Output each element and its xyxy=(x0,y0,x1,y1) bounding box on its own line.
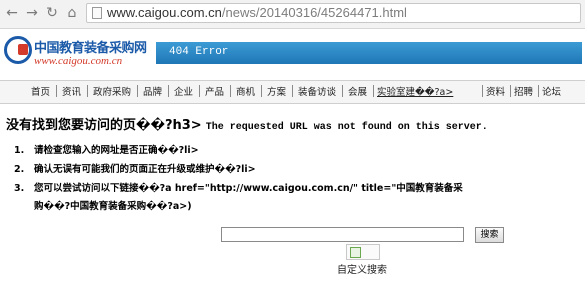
url-host: www.caigou.com.cn xyxy=(107,5,222,20)
page-heading: 没有找到您要访问的页��?h3> The requested URL was no… xyxy=(6,114,488,134)
url-text[interactable]: www.caigou.com.cn/news/20140316/45264471… xyxy=(107,5,407,20)
nav-divider xyxy=(510,85,511,97)
list-item-continuation[interactable]: 购��?中国教育装备采购��?a>) xyxy=(34,198,192,212)
nav-item[interactable]: 品牌 xyxy=(143,84,162,98)
url-path: /news/20140316/45264471.html xyxy=(221,5,407,20)
nav-item[interactable]: 商机 xyxy=(236,84,255,98)
list-text: 请检查您输入的网址是否正确��?li> xyxy=(34,145,199,156)
nav-divider xyxy=(56,85,57,97)
page-icon xyxy=(92,7,102,19)
address-bar[interactable]: www.caigou.com.cn/news/20140316/45264471… xyxy=(86,3,581,23)
logo-title: 中国教育装备采购网 xyxy=(34,41,147,56)
nav-item[interactable]: 企业 xyxy=(174,84,193,98)
nav-divider xyxy=(87,85,88,97)
nav-item[interactable]: 政府采购 xyxy=(93,84,131,98)
list-number: 3. xyxy=(14,183,25,194)
nav-divider xyxy=(137,85,138,97)
back-icon[interactable]: ← xyxy=(4,5,20,21)
nav-item[interactable]: 资料 xyxy=(486,84,505,98)
search-input[interactable] xyxy=(221,227,464,242)
nav-item[interactable]: 方案 xyxy=(267,84,286,98)
custom-search-label: 自定义搜索 xyxy=(337,265,387,276)
list-item: 2. 确认无误有可能我们的页面正在升级或维护��?li> xyxy=(14,161,256,175)
heading-en: The requested URL was not found on this … xyxy=(205,122,488,133)
main-nav: 首页 资讯 政府采购 品牌 企业 产品 商机 方案 装备访谈 会展 实验室建��… xyxy=(0,80,585,104)
nav-divider xyxy=(199,85,200,97)
nav-divider xyxy=(292,85,293,97)
nav-item[interactable]: 资讯 xyxy=(62,84,81,98)
list-text[interactable]: 购��?中国教育装备采购��?a>) xyxy=(34,198,192,212)
nav-divider xyxy=(482,85,483,97)
nav-item[interactable]: 论坛 xyxy=(542,84,561,98)
nav-item[interactable]: 招聘 xyxy=(514,84,533,98)
error-banner: 404 Error xyxy=(156,42,582,64)
browser-toolbar: ← → ↻ ⌂ www.caigou.com.cn/news/20140316/… xyxy=(0,0,585,29)
list-item[interactable]: 3. 您可以尝试访问以下链接��?a href="http://www.caigo… xyxy=(14,180,463,194)
site-logo[interactable]: 中国教育装备采购网 www.caigou.com.cn xyxy=(4,34,154,74)
nav-item[interactable]: 装备访谈 xyxy=(298,84,336,98)
nav-divider xyxy=(342,85,343,97)
search-button[interactable]: 搜索 xyxy=(475,227,504,243)
heading-cn: 没有找到您要访问的页��?h3> xyxy=(6,118,202,133)
nav-item[interactable]: 首页 xyxy=(31,84,50,98)
logo-emblem-icon xyxy=(4,36,32,64)
logo-domain: www.caigou.com.cn xyxy=(34,55,123,67)
forward-icon[interactable]: → xyxy=(24,5,40,21)
error-label: 404 Error xyxy=(169,46,229,58)
nav-item[interactable]: 会展 xyxy=(348,84,367,98)
nav-item[interactable]: 产品 xyxy=(205,84,224,98)
nav-item-lab[interactable]: 实验室建��?a> xyxy=(377,84,453,98)
nav-divider xyxy=(261,85,262,97)
list-item: 1. 请检查您输入的网址是否正确��?li> xyxy=(14,142,199,156)
home-icon[interactable]: ⌂ xyxy=(64,5,80,21)
nav-divider xyxy=(538,85,539,97)
nav-divider xyxy=(373,85,374,97)
list-number: 2. xyxy=(14,164,25,175)
nav-divider xyxy=(230,85,231,97)
nav-divider xyxy=(168,85,169,97)
list-text: 确认无误有可能我们的页面正在升级或维护��?li> xyxy=(34,164,256,175)
reload-icon[interactable]: ↻ xyxy=(44,5,60,21)
list-number: 1. xyxy=(14,145,25,156)
list-text[interactable]: 您可以尝试访问以下链接��?a href="http://www.caigou.… xyxy=(34,180,463,194)
broken-image-icon xyxy=(346,244,380,260)
